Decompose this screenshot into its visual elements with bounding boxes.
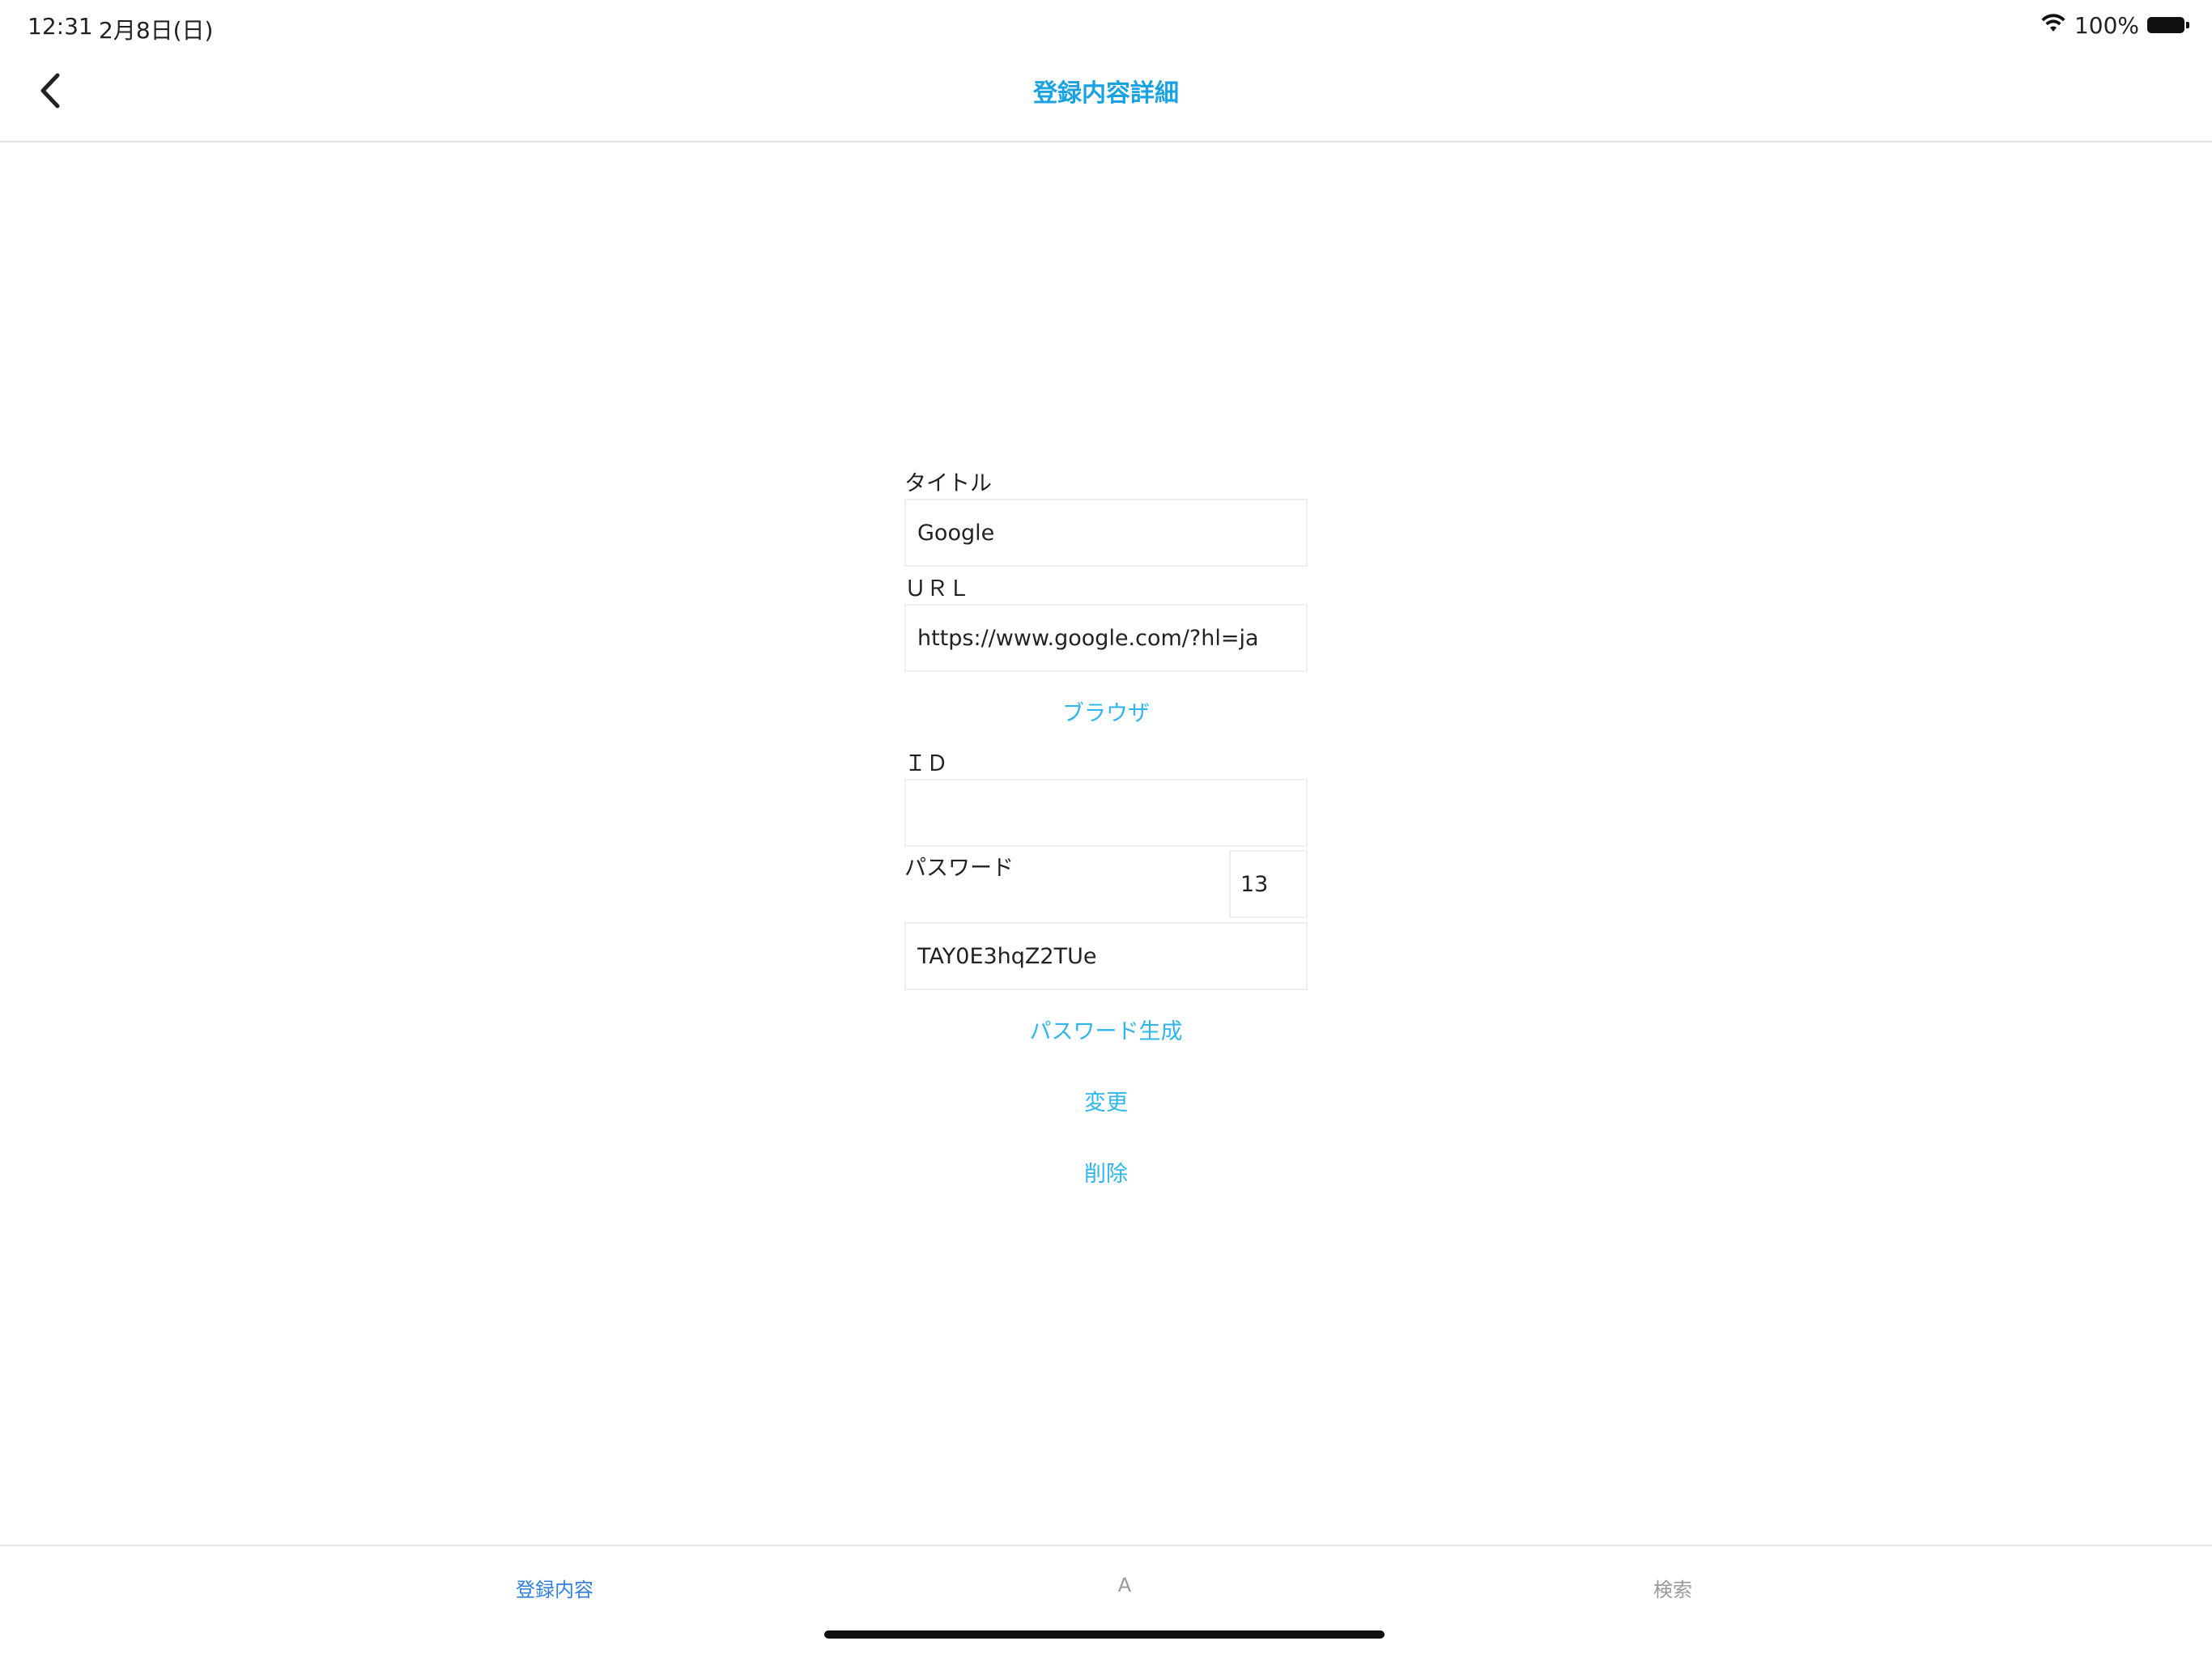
- url-field[interactable]: [904, 604, 1308, 672]
- status-time: 12:31: [28, 13, 93, 40]
- battery-percent: 100%: [2074, 11, 2139, 39]
- password-length-field[interactable]: [1229, 850, 1308, 918]
- page-title: 登録内容詳細: [1033, 79, 1179, 108]
- generate-password-button[interactable]: パスワード生成: [904, 1014, 1308, 1045]
- title-field[interactable]: [904, 499, 1308, 567]
- browser-button[interactable]: ブラウザ: [904, 695, 1308, 727]
- id-label: ＩＤ: [904, 751, 948, 776]
- battery-icon: [2147, 17, 2189, 33]
- id-field[interactable]: [904, 779, 1308, 847]
- wifi-icon: [2040, 14, 2066, 36]
- status-bar: 12:31 2月8日(日) 100%: [0, 0, 2212, 50]
- tab-search[interactable]: 検索: [1511, 1574, 1835, 1602]
- password-field[interactable]: [904, 922, 1308, 990]
- tab-bar: 登録内容 A 検索: [0, 1545, 2212, 1658]
- status-indicators: 100%: [2040, 11, 2189, 39]
- home-indicator[interactable]: [824, 1630, 1385, 1639]
- password-label: パスワード: [904, 856, 1014, 881]
- status-date: 2月8日(日): [99, 17, 214, 44]
- url-label: ＵＲＬ: [904, 576, 970, 602]
- title-label: タイトル: [904, 471, 992, 496]
- update-button[interactable]: 変更: [904, 1085, 1308, 1116]
- tab-registered-content[interactable]: 登録内容: [393, 1574, 717, 1602]
- delete-button[interactable]: 削除: [904, 1156, 1308, 1188]
- screen: 12:31 2月8日(日) 100% 登録内容詳細 タイトル ＵＲＬ: [0, 0, 2212, 1658]
- navigation-bar: 登録内容詳細: [0, 50, 2212, 142]
- tab-a[interactable]: A: [963, 1574, 1287, 1596]
